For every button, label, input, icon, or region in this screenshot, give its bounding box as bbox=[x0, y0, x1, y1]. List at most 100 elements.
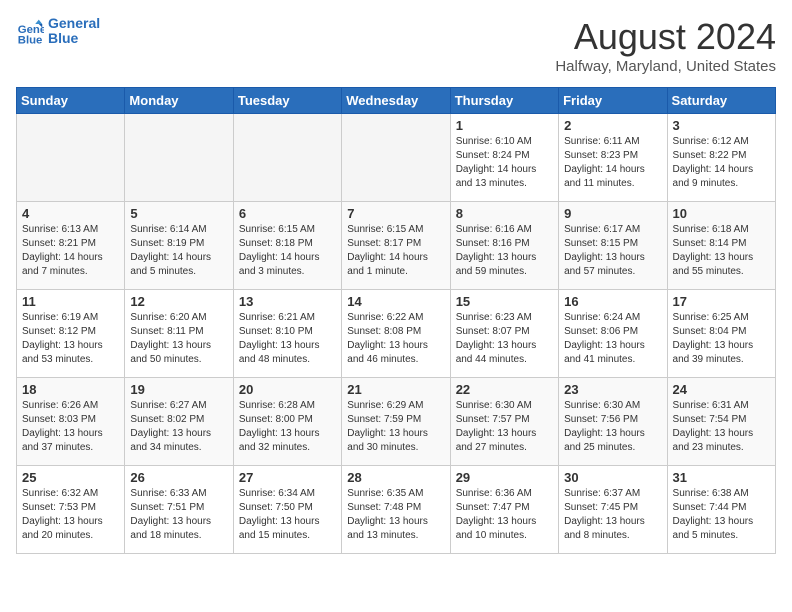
day-number: 22 bbox=[456, 382, 553, 397]
day-info: Sunrise: 6:20 AM Sunset: 8:11 PM Dayligh… bbox=[130, 311, 227, 367]
day-info: Sunrise: 6:31 AM Sunset: 7:54 PM Dayligh… bbox=[673, 399, 770, 455]
header-row: Sunday Monday Tuesday Wednesday Thursday… bbox=[17, 88, 776, 114]
day-number: 3 bbox=[673, 118, 770, 133]
day-number: 14 bbox=[347, 294, 444, 309]
day-info: Sunrise: 6:21 AM Sunset: 8:10 PM Dayligh… bbox=[239, 311, 336, 367]
day-info: Sunrise: 6:24 AM Sunset: 8:06 PM Dayligh… bbox=[564, 311, 661, 367]
day-info: Sunrise: 6:33 AM Sunset: 7:51 PM Dayligh… bbox=[130, 487, 227, 543]
calendar-table: Sunday Monday Tuesday Wednesday Thursday… bbox=[16, 87, 776, 554]
day-info: Sunrise: 6:26 AM Sunset: 8:03 PM Dayligh… bbox=[22, 399, 119, 455]
day-info: Sunrise: 6:29 AM Sunset: 7:59 PM Dayligh… bbox=[347, 399, 444, 455]
day-number: 9 bbox=[564, 206, 661, 221]
day-info: Sunrise: 6:12 AM Sunset: 8:22 PM Dayligh… bbox=[673, 135, 770, 191]
logo-icon: General Blue bbox=[16, 17, 44, 45]
day-number: 21 bbox=[347, 382, 444, 397]
calendar-cell: 17Sunrise: 6:25 AM Sunset: 8:04 PM Dayli… bbox=[667, 290, 775, 378]
day-info: Sunrise: 6:14 AM Sunset: 8:19 PM Dayligh… bbox=[130, 223, 227, 279]
day-info: Sunrise: 6:38 AM Sunset: 7:44 PM Dayligh… bbox=[673, 487, 770, 543]
day-number: 7 bbox=[347, 206, 444, 221]
day-number: 13 bbox=[239, 294, 336, 309]
day-number: 23 bbox=[564, 382, 661, 397]
day-number: 5 bbox=[130, 206, 227, 221]
day-info: Sunrise: 6:23 AM Sunset: 8:07 PM Dayligh… bbox=[456, 311, 553, 367]
day-info: Sunrise: 6:10 AM Sunset: 8:24 PM Dayligh… bbox=[456, 135, 553, 191]
title-section: August 2024 Halfway, Maryland, United St… bbox=[555, 16, 776, 75]
col-friday: Friday bbox=[559, 88, 667, 114]
calendar-cell: 13 Sunrise: 6:21 AM Sunset: 8:10 PM Dayli… bbox=[233, 290, 341, 378]
calendar-cell: 9Sunrise: 6:17 AM Sunset: 8:15 PM Daylig… bbox=[559, 202, 667, 290]
day-number: 1 bbox=[456, 118, 553, 133]
calendar-cell: 7 Sunrise: 6:15 AM Sunset: 8:17 PM Daylig… bbox=[342, 202, 450, 290]
calendar-cell: 1 Sunrise: 6:10 AM Sunset: 8:24 PM Daylig… bbox=[450, 114, 558, 202]
day-number: 29 bbox=[456, 470, 553, 485]
calendar-cell: 29 Sunrise: 6:36 AM Sunset: 7:47 PM Dayli… bbox=[450, 466, 558, 554]
col-tuesday: Tuesday bbox=[233, 88, 341, 114]
calendar-cell: 14 Sunrise: 6:22 AM Sunset: 8:08 PM Dayli… bbox=[342, 290, 450, 378]
day-info: Sunrise: 6:18 AM Sunset: 8:14 PM Dayligh… bbox=[673, 223, 770, 279]
calendar-cell bbox=[342, 114, 450, 202]
calendar-cell: 23 Sunrise: 6:30 AM Sunset: 7:56 PM Dayli… bbox=[559, 378, 667, 466]
calendar-cell: 31 Sunrise: 6:38 AM Sunset: 7:44 PM Dayli… bbox=[667, 466, 775, 554]
logo-line1: General bbox=[48, 16, 100, 31]
calendar-cell bbox=[125, 114, 233, 202]
logo-line2: Blue bbox=[48, 31, 100, 46]
calendar-cell: 21 Sunrise: 6:29 AM Sunset: 7:59 PM Dayli… bbox=[342, 378, 450, 466]
day-number: 10 bbox=[673, 206, 770, 221]
col-saturday: Saturday bbox=[667, 88, 775, 114]
day-number: 12 bbox=[130, 294, 227, 309]
col-sunday: Sunday bbox=[17, 88, 125, 114]
day-number: 15 bbox=[456, 294, 553, 309]
calendar-cell: 4 Sunrise: 6:13 AM Sunset: 8:21 PM Daylig… bbox=[17, 202, 125, 290]
calendar-cell: 26Sunrise: 6:33 AM Sunset: 7:51 PM Dayli… bbox=[125, 466, 233, 554]
day-number: 25 bbox=[22, 470, 119, 485]
day-number: 18 bbox=[22, 382, 119, 397]
day-info: Sunrise: 6:15 AM Sunset: 8:17 PM Dayligh… bbox=[347, 223, 444, 279]
week-row-2: 4 Sunrise: 6:13 AM Sunset: 8:21 PM Daylig… bbox=[17, 202, 776, 290]
calendar-cell: 11Sunrise: 6:19 AM Sunset: 8:12 PM Dayli… bbox=[17, 290, 125, 378]
day-number: 27 bbox=[239, 470, 336, 485]
calendar-cell: 24Sunrise: 6:31 AM Sunset: 7:54 PM Dayli… bbox=[667, 378, 775, 466]
calendar-cell: 2 Sunrise: 6:11 AM Sunset: 8:23 PM Daylig… bbox=[559, 114, 667, 202]
calendar-cell: 22Sunrise: 6:30 AM Sunset: 7:57 PM Dayli… bbox=[450, 378, 558, 466]
day-number: 19 bbox=[130, 382, 227, 397]
calendar-cell: 20 Sunrise: 6:28 AM Sunset: 8:00 PM Dayli… bbox=[233, 378, 341, 466]
calendar-cell: 8Sunrise: 6:16 AM Sunset: 8:16 PM Daylig… bbox=[450, 202, 558, 290]
day-info: Sunrise: 6:22 AM Sunset: 8:08 PM Dayligh… bbox=[347, 311, 444, 367]
logo: General Blue General Blue bbox=[16, 16, 100, 47]
day-number: 2 bbox=[564, 118, 661, 133]
col-wednesday: Wednesday bbox=[342, 88, 450, 114]
day-number: 8 bbox=[456, 206, 553, 221]
calendar-subtitle: Halfway, Maryland, United States bbox=[555, 58, 776, 75]
calendar-cell: 18 Sunrise: 6:26 AM Sunset: 8:03 PM Dayli… bbox=[17, 378, 125, 466]
calendar-cell: 19Sunrise: 6:27 AM Sunset: 8:02 PM Dayli… bbox=[125, 378, 233, 466]
day-number: 20 bbox=[239, 382, 336, 397]
day-info: Sunrise: 6:30 AM Sunset: 7:56 PM Dayligh… bbox=[564, 399, 661, 455]
calendar-cell: 10 Sunrise: 6:18 AM Sunset: 8:14 PM Dayli… bbox=[667, 202, 775, 290]
calendar-cell: 3 Sunrise: 6:12 AM Sunset: 8:22 PM Daylig… bbox=[667, 114, 775, 202]
calendar-cell: 28Sunrise: 6:35 AM Sunset: 7:48 PM Dayli… bbox=[342, 466, 450, 554]
day-number: 31 bbox=[673, 470, 770, 485]
day-info: Sunrise: 6:28 AM Sunset: 8:00 PM Dayligh… bbox=[239, 399, 336, 455]
day-info: Sunrise: 6:35 AM Sunset: 7:48 PM Dayligh… bbox=[347, 487, 444, 543]
col-monday: Monday bbox=[125, 88, 233, 114]
day-number: 4 bbox=[22, 206, 119, 221]
week-row-3: 11Sunrise: 6:19 AM Sunset: 8:12 PM Dayli… bbox=[17, 290, 776, 378]
svg-text:Blue: Blue bbox=[18, 35, 43, 46]
calendar-cell: 27 Sunrise: 6:34 AM Sunset: 7:50 PM Dayli… bbox=[233, 466, 341, 554]
day-info: Sunrise: 6:11 AM Sunset: 8:23 PM Dayligh… bbox=[564, 135, 661, 191]
calendar-cell: 30Sunrise: 6:37 AM Sunset: 7:45 PM Dayli… bbox=[559, 466, 667, 554]
calendar-cell bbox=[17, 114, 125, 202]
day-info: Sunrise: 6:32 AM Sunset: 7:53 PM Dayligh… bbox=[22, 487, 119, 543]
calendar-cell: 16Sunrise: 6:24 AM Sunset: 8:06 PM Dayli… bbox=[559, 290, 667, 378]
week-row-4: 18 Sunrise: 6:26 AM Sunset: 8:03 PM Dayli… bbox=[17, 378, 776, 466]
calendar-cell: 15 Sunrise: 6:23 AM Sunset: 8:07 PM Dayli… bbox=[450, 290, 558, 378]
week-row-5: 25 Sunrise: 6:32 AM Sunset: 7:53 PM Dayli… bbox=[17, 466, 776, 554]
day-info: Sunrise: 6:15 AM Sunset: 8:18 PM Dayligh… bbox=[239, 223, 336, 279]
day-info: Sunrise: 6:36 AM Sunset: 7:47 PM Dayligh… bbox=[456, 487, 553, 543]
calendar-cell: 25 Sunrise: 6:32 AM Sunset: 7:53 PM Dayli… bbox=[17, 466, 125, 554]
day-info: Sunrise: 6:34 AM Sunset: 7:50 PM Dayligh… bbox=[239, 487, 336, 543]
calendar-title: August 2024 bbox=[555, 16, 776, 58]
day-info: Sunrise: 6:13 AM Sunset: 8:21 PM Dayligh… bbox=[22, 223, 119, 279]
day-info: Sunrise: 6:19 AM Sunset: 8:12 PM Dayligh… bbox=[22, 311, 119, 367]
day-number: 17 bbox=[673, 294, 770, 309]
